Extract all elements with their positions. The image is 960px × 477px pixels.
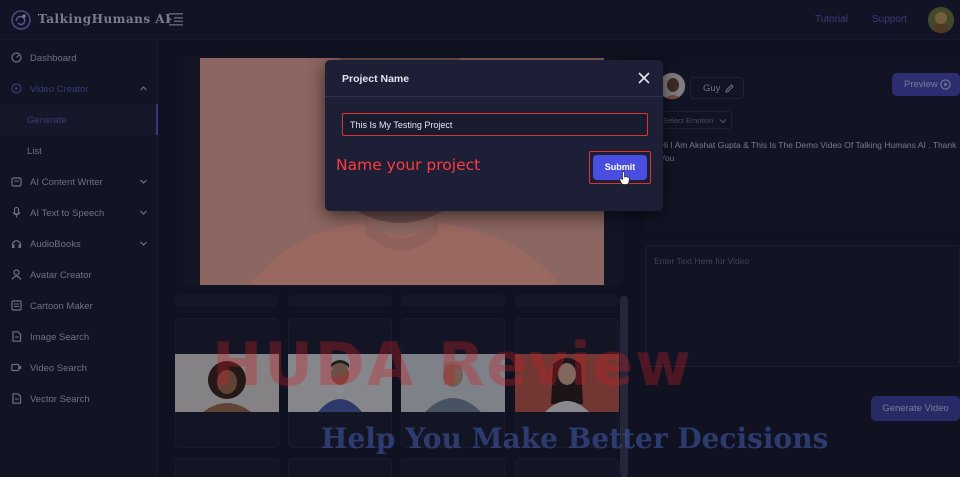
hand-cursor-icon [619,171,630,185]
modal-title: Project Name [342,73,410,85]
watermark-logo: HUDA Review [212,330,693,400]
watermark-tagline: Help You Make Better Decisions [321,422,829,455]
project-name-modal: Project Name Name your project Submit [325,60,663,211]
project-name-input[interactable] [342,113,648,136]
modal-divider [325,96,663,97]
close-icon[interactable] [638,72,650,84]
annotation-hint: Name your project [336,156,481,174]
